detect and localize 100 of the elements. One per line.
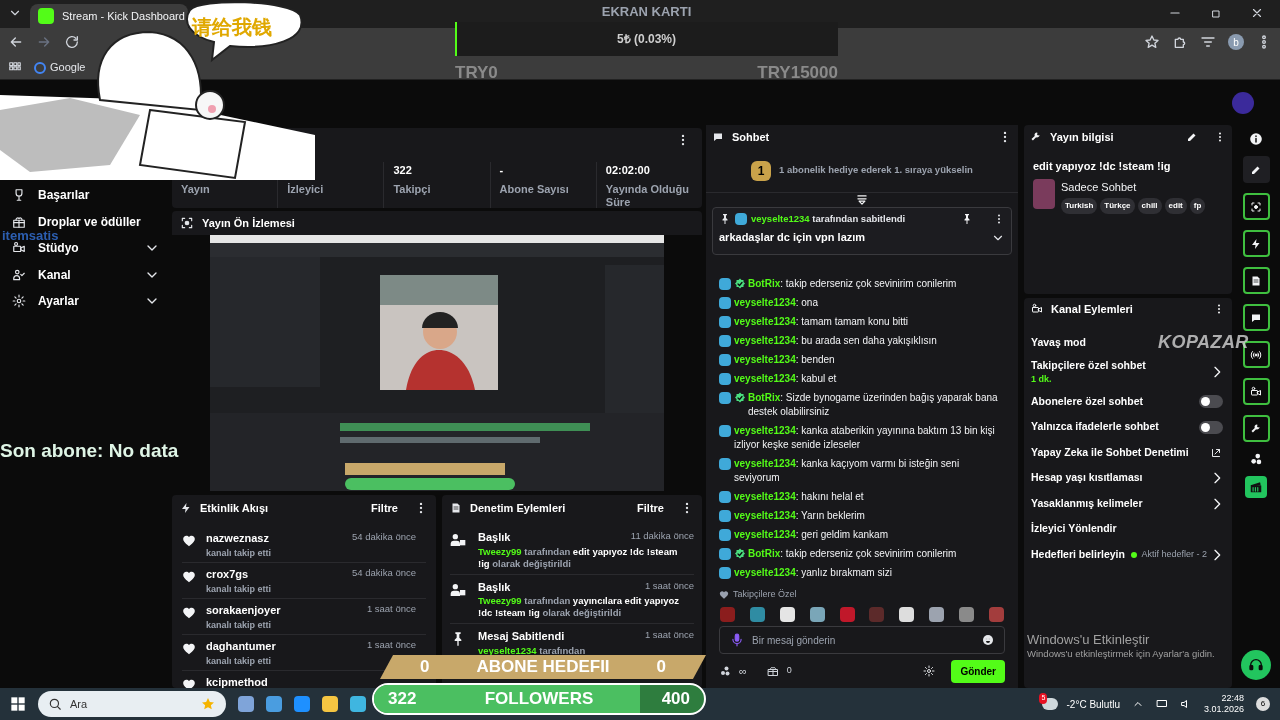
tag-chip[interactable]: Türkçe [1100,198,1135,214]
stat-value: - [499,163,505,176]
dots-icon[interactable] [1249,452,1263,466]
heart-icon [182,570,196,584]
rail-button[interactable] [1242,230,1270,257]
setting-label[interactable]: Yapay Zeka ile Sohbet Denetimi [1031,444,1189,461]
media-icon[interactable] [1200,34,1216,50]
notification-badge[interactable]: 6 [1256,697,1270,711]
event-time: 54 dakika önce [352,530,416,544]
help-button[interactable] [1241,650,1271,680]
action-text: Tweezy99 tarafından yayıncılara edit yapıyoz !dc !steam !ig olarak değiştirildi [478,595,680,619]
kick-logo-icon [38,8,54,24]
filter-button[interactable]: Filtre [371,499,398,517]
setting-label[interactable]: İzleyici Yönlendir [1031,521,1117,537]
windows-icon[interactable] [10,696,26,712]
send-button[interactable]: Gönder [951,659,1005,683]
rail-button[interactable] [1242,378,1270,405]
screen-icon [180,216,194,230]
status-text: Aktif hedefler - 2 [1141,547,1207,561]
clock-time[interactable]: 22:48 [1221,693,1244,704]
setting-label[interactable]: Hedefleri belirleyin [1031,546,1125,563]
tag-chip[interactable]: edit [1164,198,1187,214]
chat-message: veyselte1234: benden [734,352,835,367]
category-name: Sadece Sohbet [1061,179,1138,195]
app-icon[interactable] [238,696,254,712]
rail-button[interactable] [1242,267,1270,294]
rail-button[interactable] [1242,193,1270,220]
rail-button[interactable] [1242,415,1270,442]
moderator-badge [719,353,731,366]
sidebar-item[interactable]: Kanal [38,265,71,284]
reload-icon[interactable] [64,34,80,50]
setting-label[interactable]: Hesap yaşı kısıtlaması [1031,470,1143,486]
sidebar-item[interactable]: Ayarlar [38,292,79,311]
camera-icon [1250,385,1262,398]
toggle-switch[interactable] [1199,395,1223,408]
sidebar-item[interactable]: Stüdyo [38,239,79,258]
pinned-by-text: veyselte1234 tarafından sabitlendi [751,212,907,226]
action-title: Başlık [478,530,511,545]
collapse-icon[interactable] [855,193,869,207]
setting-label[interactable]: Yasaklanmış kelimeler [1031,495,1143,512]
follower-name: kcipmethod [206,675,268,688]
clock-date[interactable]: 3.01.2026 [1203,704,1244,715]
emote-icon[interactable] [809,606,825,622]
panel-title: Yayın bilgisi [1050,129,1115,145]
message-input[interactable]: Bir mesaj gönderin [752,632,974,648]
sidebar-item[interactable]: Droplar ve ödüller [38,212,141,231]
back-icon[interactable] [8,34,24,50]
section-label: Takipçilere Özel [733,588,797,602]
heart-icon [182,534,196,548]
gift-icon [766,665,779,677]
stream-title: edit yapıyoz !dc !steam !ig [1032,159,1172,174]
goal-min: TRY0 [455,62,498,84]
emote-icon[interactable] [899,606,915,622]
filter-button[interactable]: Filtre [637,499,664,517]
app-icon[interactable] [350,696,366,712]
app-icon[interactable] [294,696,310,712]
moderator-badge [719,391,731,404]
app-icon[interactable] [266,696,282,712]
tag-chip[interactable]: fp [1189,198,1206,214]
close-icon[interactable] [1250,6,1264,20]
rank-badge: 1 [751,160,772,181]
moderator-badge [719,315,731,328]
moderator-badge [735,213,747,226]
message-composer[interactable]: Bir mesaj gönderin [719,626,1005,654]
star-icon[interactable] [1144,34,1160,50]
extensions-icon[interactable] [1172,34,1188,50]
settings-icon[interactable] [923,665,936,677]
maximize-icon[interactable] [1210,8,1222,20]
browser-tab[interactable]: Stream - Kick Dashboard [30,4,188,28]
tag-chip[interactable]: Turkish [1061,198,1098,214]
activation-text: Windows'u etkinleştirmek için Ayarlar'a gidin. [1027,647,1215,661]
external-link-icon[interactable] [1210,446,1222,459]
moderator-badge [719,277,731,290]
edit-button[interactable] [1242,156,1270,183]
setting-label[interactable]: Takipçilere özel sohbet [1031,357,1146,374]
toggle-switch[interactable] [1199,420,1223,434]
emote-icon[interactable] [929,606,945,622]
edit-icon[interactable] [1186,131,1198,143]
emoji-icon[interactable] [982,634,994,646]
sidebar-item[interactable]: Başarılar [38,186,90,205]
chat-message: BotRix: Sizde bynogame üzerinden bağış yaparak bana destek olabilirsiniz [748,390,999,419]
microphone-icon[interactable] [730,633,744,647]
bookmark-link[interactable]: Google [50,59,86,76]
tag-chip[interactable]: chill [1137,198,1162,214]
goal-current: 0 [420,656,431,679]
rail-button[interactable] [1245,476,1267,498]
setting-label[interactable]: Yavaş mod [1031,334,1086,351]
goal-max: TRY15000 [756,62,838,84]
emote-icon[interactable] [779,606,795,622]
network-icon[interactable] [1155,698,1168,710]
taskbar-search[interactable]: Ara [38,691,226,717]
follower-name: nazweznasz [206,531,269,546]
info-icon[interactable] [1249,132,1263,146]
action-text: veyselte1234 tarafından [478,644,587,657]
app-icon[interactable] [322,696,338,712]
panel-title: Yayın Ön İzlemesi [202,215,295,231]
rail-button[interactable] [1242,304,1270,331]
stat-label: Abone Sayısı [499,183,570,196]
moderator-badge [719,334,731,347]
stat-label: Yayın [181,183,211,196]
